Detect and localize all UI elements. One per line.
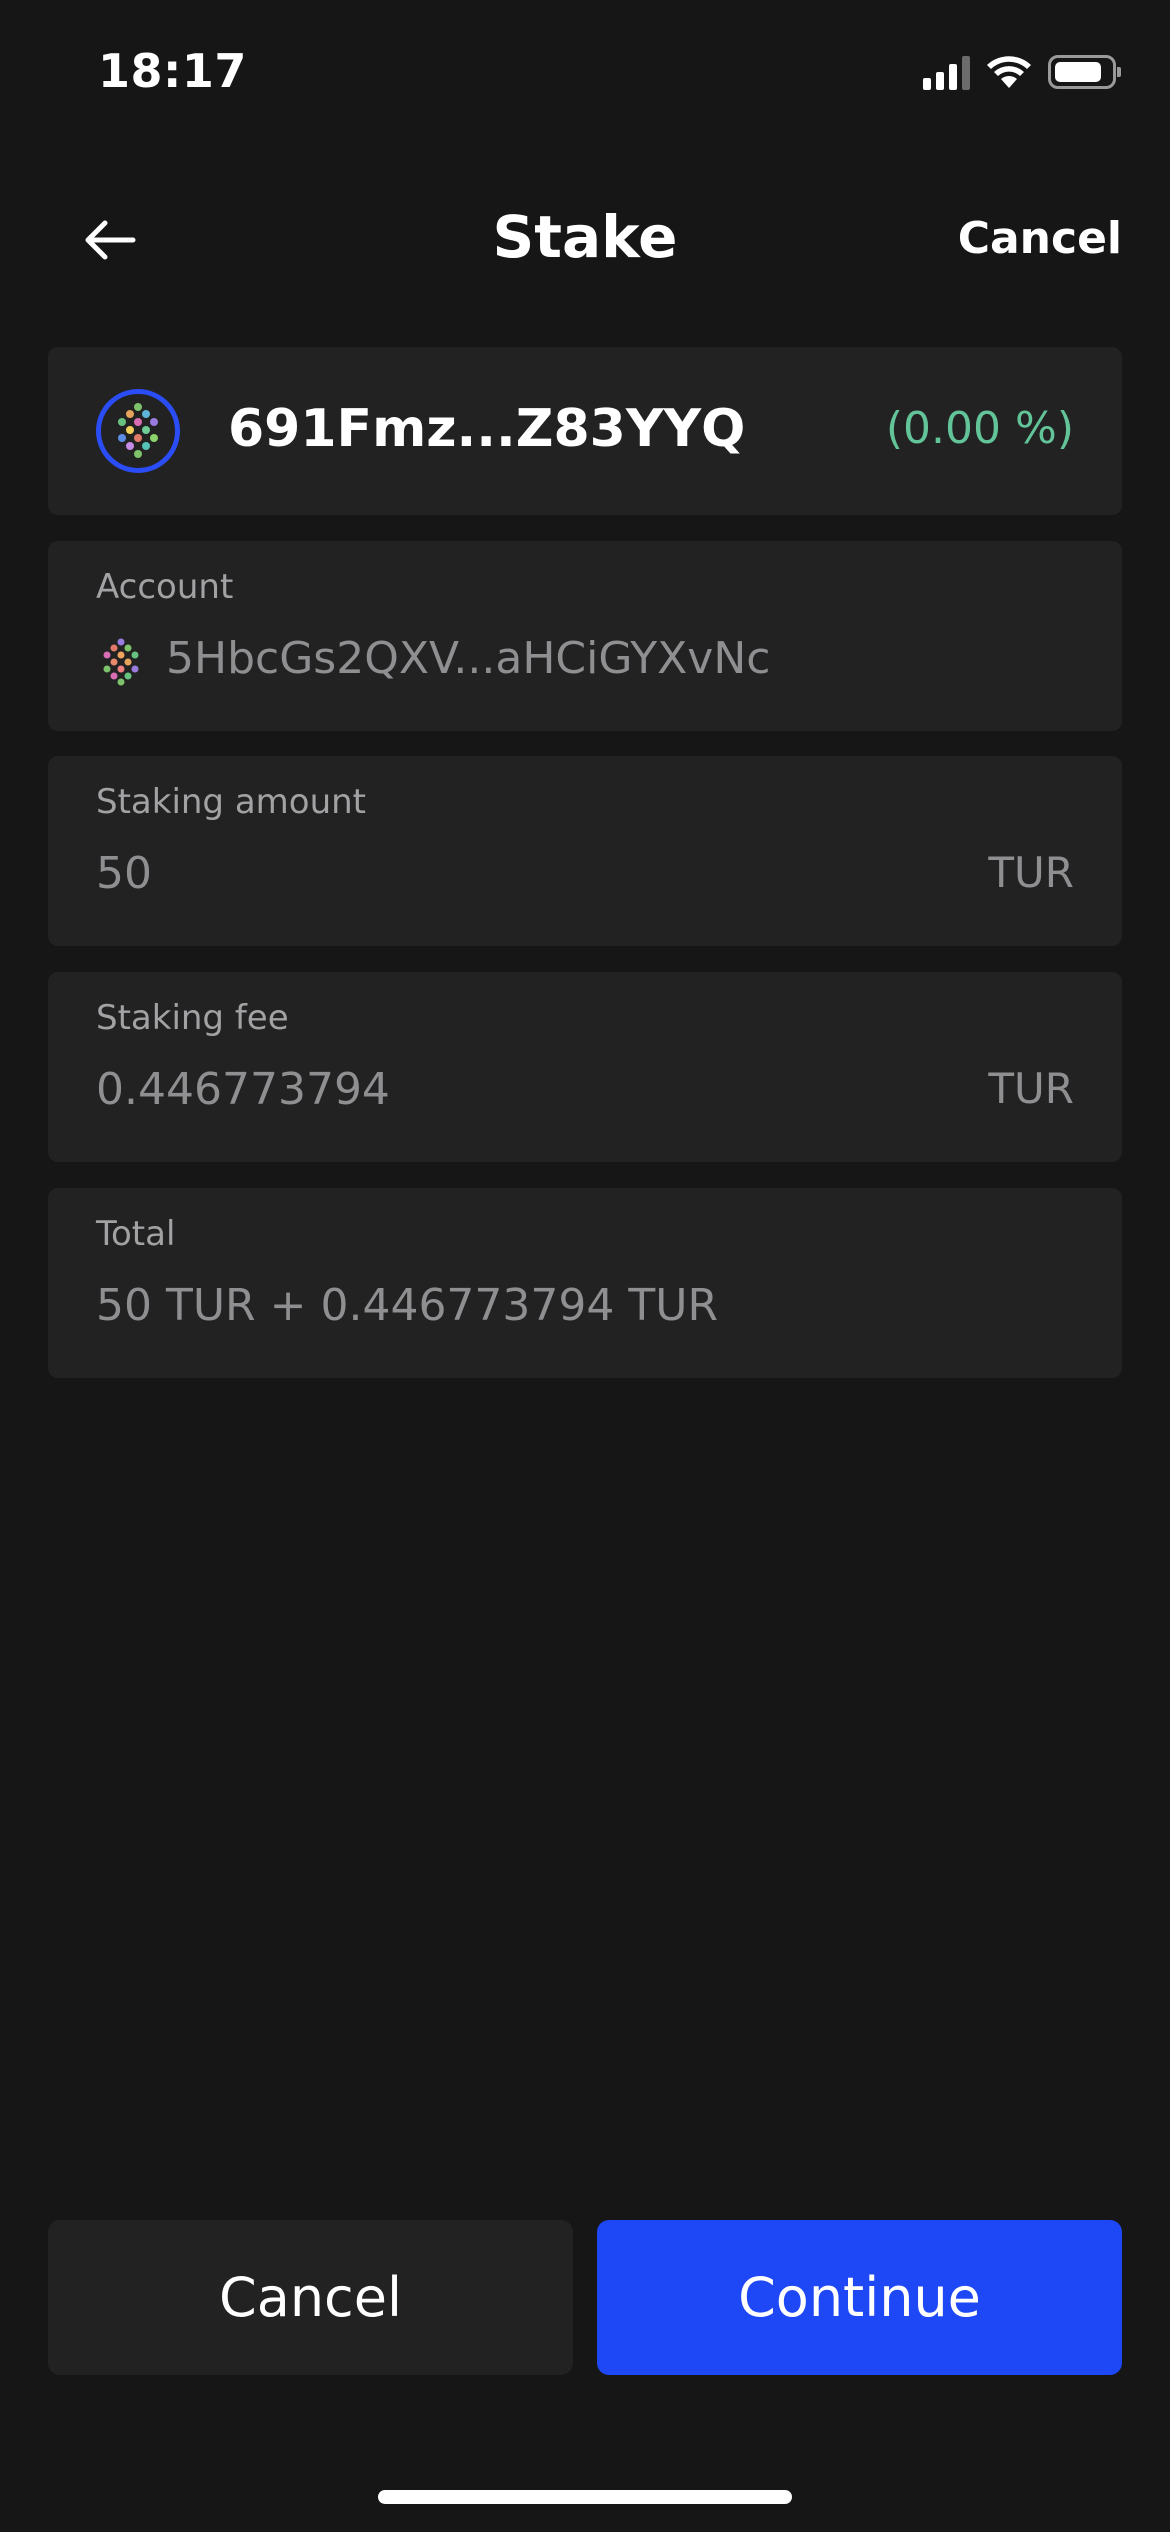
staking-amount-field[interactable]: Staking amount 50 TUR (48, 756, 1122, 946)
signal-icon (923, 54, 970, 90)
account-avatar-icon (103, 638, 139, 686)
total-field: Total 50 TUR + 0.446773794 TUR (48, 1188, 1122, 1378)
continue-button[interactable]: Continue (597, 2220, 1122, 2375)
account-label: Account (96, 567, 234, 607)
staking-fee-field: Staking fee 0.446773794 TUR (48, 972, 1122, 1162)
account-address: 5HbcGs2QXV...aHCiGYXvNc (166, 633, 771, 684)
validator-card[interactable]: 691Fmz...Z83YYQ (0.00 %) (48, 347, 1122, 515)
staking-fee-label: Staking fee (96, 998, 289, 1038)
staking-fee-unit: TUR (988, 1064, 1074, 1113)
wifi-icon (987, 56, 1031, 88)
validator-avatar-icon (96, 389, 180, 473)
total-label: Total (96, 1214, 176, 1254)
account-field[interactable]: Account 5HbcGs2QXV...aHCiGYXvNc (48, 541, 1122, 731)
home-indicator[interactable] (378, 2490, 792, 2504)
validator-commission: (0.00 %) (885, 403, 1074, 454)
staking-fee-value: 0.446773794 (96, 1064, 390, 1115)
status-bar: 18:17 (0, 0, 1170, 150)
staking-amount-value: 50 (96, 848, 152, 899)
header-cancel-button[interactable]: Cancel (958, 213, 1122, 264)
staking-amount-unit: TUR (988, 848, 1074, 897)
status-time: 18:17 (98, 44, 247, 98)
validator-address: 691Fmz...Z83YYQ (228, 399, 746, 459)
battery-icon (1048, 55, 1121, 89)
status-icons (923, 52, 1121, 92)
total-value: 50 TUR + 0.446773794 TUR (96, 1280, 719, 1331)
cancel-button[interactable]: Cancel (48, 2220, 573, 2375)
staking-amount-label: Staking amount (96, 782, 367, 822)
nav-bar: Stake Cancel (0, 185, 1170, 295)
